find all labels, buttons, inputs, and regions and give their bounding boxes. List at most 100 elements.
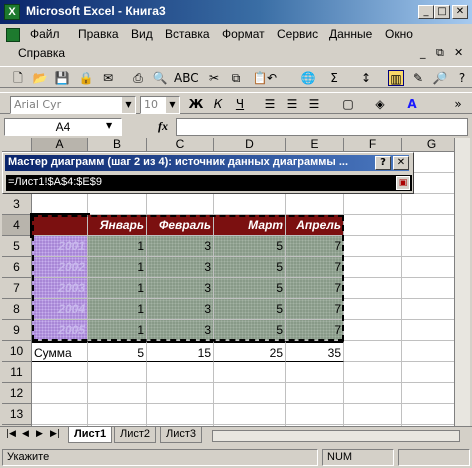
value-cell[interactable]: 1: [88, 320, 147, 341]
minimize-button[interactable]: _: [418, 5, 434, 19]
grid-cell[interactable]: [402, 215, 462, 236]
grid-cell[interactable]: [344, 404, 402, 425]
row-header[interactable]: 9: [2, 320, 32, 341]
grid-cell[interactable]: [214, 194, 286, 215]
dialog-help-button[interactable]: ?: [375, 156, 391, 170]
row-header[interactable]: 8: [2, 299, 32, 320]
doc-minimize-button[interactable]: _: [420, 46, 426, 59]
sheet-tab-1[interactable]: Лист1: [68, 427, 113, 443]
menu-file[interactable]: Файл: [30, 27, 60, 41]
permission-icon[interactable]: 🔒: [78, 70, 94, 86]
grid-cell[interactable]: [402, 278, 462, 299]
grid-cell[interactable]: [402, 194, 462, 215]
value-cell[interactable]: 1: [88, 278, 147, 299]
menu-tools[interactable]: Сервис: [277, 27, 318, 41]
italic-icon[interactable]: К: [210, 96, 226, 112]
cut-icon[interactable]: ✂: [206, 70, 222, 86]
row-header[interactable]: 10: [2, 341, 32, 362]
sort-ascending-icon[interactable]: ↕: [358, 70, 374, 86]
grid-cell[interactable]: [402, 257, 462, 278]
value-cell[interactable]: 3: [147, 299, 214, 320]
grid-cell[interactable]: [344, 383, 402, 404]
help-icon[interactable]: ?: [454, 70, 470, 86]
name-box[interactable]: A4: [4, 118, 122, 136]
menu-insert[interactable]: Вставка: [165, 27, 210, 41]
grid-cell[interactable]: [402, 362, 462, 383]
row-header[interactable]: 13: [2, 404, 32, 425]
value-cell[interactable]: 5: [214, 236, 286, 257]
grid-cell[interactable]: [402, 320, 462, 341]
value-cell[interactable]: 7: [286, 320, 344, 341]
preview-icon[interactable]: 🔍: [152, 70, 168, 86]
month-header[interactable]: Март: [214, 215, 286, 236]
vertical-scrollbar[interactable]: [454, 138, 470, 426]
year-cell[interactable]: 2005: [32, 320, 88, 341]
value-cell[interactable]: 7: [286, 257, 344, 278]
menu-window[interactable]: Окно: [385, 27, 413, 41]
last-sheet-icon[interactable]: ▶|: [50, 429, 60, 439]
autosum-icon[interactable]: Σ: [326, 70, 342, 86]
value-cell[interactable]: 7: [286, 236, 344, 257]
grid-cell[interactable]: [344, 278, 402, 299]
value-cell[interactable]: 1: [88, 257, 147, 278]
sum-cell[interactable]: 35: [286, 341, 344, 362]
prev-sheet-icon[interactable]: ◀: [22, 429, 29, 439]
menu-view[interactable]: Вид: [131, 27, 153, 41]
grid-cell[interactable]: [147, 362, 214, 383]
chevron-down-icon[interactable]: ▼: [106, 121, 112, 130]
grid-cell[interactable]: [214, 383, 286, 404]
year-cell[interactable]: 2002: [32, 257, 88, 278]
grid-cell[interactable]: [88, 383, 147, 404]
row-header[interactable]: 3: [2, 194, 32, 215]
align-left-icon[interactable]: ☰: [262, 96, 278, 112]
menu-data[interactable]: Данные: [329, 27, 372, 41]
row-header[interactable]: 6: [2, 257, 32, 278]
chevron-down-icon[interactable]: ▼: [165, 97, 179, 113]
grid-cell[interactable]: [88, 404, 147, 425]
column-header[interactable]: C: [147, 138, 214, 152]
sum-cell[interactable]: 5: [88, 341, 147, 362]
value-cell[interactable]: 7: [286, 278, 344, 299]
close-button[interactable]: ✕: [452, 5, 468, 19]
expand-dialog-icon[interactable]: ▣: [396, 176, 410, 190]
grid-cell[interactable]: [344, 299, 402, 320]
underline-icon[interactable]: Ч: [232, 96, 248, 112]
value-cell[interactable]: 5: [214, 320, 286, 341]
grid-cell[interactable]: [344, 236, 402, 257]
grid-cell[interactable]: [402, 236, 462, 257]
grid-cell[interactable]: [88, 362, 147, 383]
bold-icon[interactable]: Ж: [188, 96, 204, 112]
table-header-corner[interactable]: [30, 213, 90, 238]
grid-cell[interactable]: [344, 194, 402, 215]
grid-cell[interactable]: [147, 383, 214, 404]
row-header[interactable]: 12: [2, 383, 32, 404]
excel-icon[interactable]: X: [4, 4, 20, 20]
doc-restore-button[interactable]: ⧉: [436, 46, 444, 60]
column-header[interactable]: B: [88, 138, 147, 152]
grid-cell[interactable]: [402, 341, 462, 362]
align-right-icon[interactable]: ☰: [306, 96, 322, 112]
next-sheet-icon[interactable]: ▶: [36, 429, 43, 439]
grid-cell[interactable]: [88, 194, 147, 215]
value-cell[interactable]: 3: [147, 236, 214, 257]
formula-input[interactable]: [176, 118, 468, 136]
grid-cell[interactable]: [286, 362, 344, 383]
zoom-icon[interactable]: 🔎: [432, 70, 448, 86]
undo-icon[interactable]: ↶: [264, 70, 280, 86]
sum-cell[interactable]: 15: [147, 341, 214, 362]
grid-cell[interactable]: [402, 383, 462, 404]
grid-cell[interactable]: [402, 404, 462, 425]
grid-cell[interactable]: [147, 404, 214, 425]
dialog-close-button[interactable]: ✕: [393, 156, 409, 170]
grid-cell[interactable]: [32, 362, 88, 383]
row-header[interactable]: 7: [2, 278, 32, 299]
value-cell[interactable]: 3: [147, 278, 214, 299]
grid-cell[interactable]: [402, 299, 462, 320]
column-header[interactable]: E: [286, 138, 344, 152]
copy-icon[interactable]: ⧉: [228, 70, 244, 86]
horizontal-scrollbar[interactable]: [212, 430, 460, 442]
grid-cell[interactable]: [147, 194, 214, 215]
year-cell[interactable]: 2003: [32, 278, 88, 299]
column-header[interactable]: D: [214, 138, 286, 152]
spelling-icon[interactable]: ABC: [174, 70, 199, 86]
